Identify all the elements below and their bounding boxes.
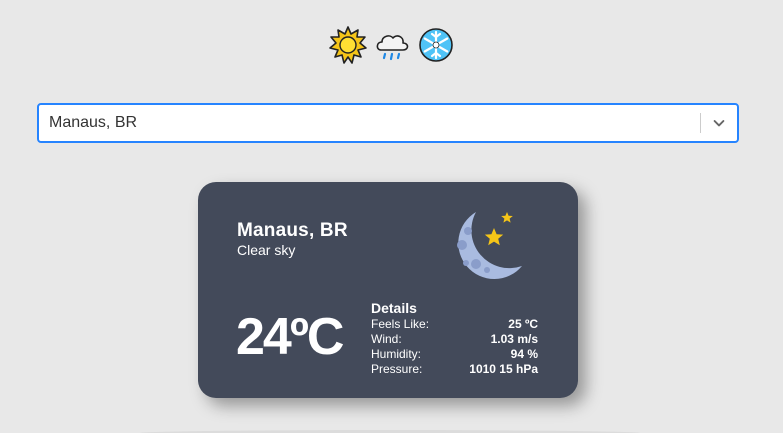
weather-description: Clear sky <box>237 242 296 258</box>
detail-row-wind: Wind: 1.03 m/s <box>371 332 538 347</box>
page: Manaus, BR Manaus, BR Clear sky 24ºC Det… <box>0 0 783 433</box>
chevron-down-icon <box>713 120 725 127</box>
city-search-select[interactable]: Manaus, BR <box>37 103 739 143</box>
detail-value: 1.03 m/s <box>490 332 538 346</box>
detail-value: 94 % <box>510 347 538 361</box>
detail-row-humidity: Humidity: 94 % <box>371 347 538 362</box>
app-logo-row <box>0 25 783 65</box>
weather-details: Details Feels Like: 25 ºC Wind: 1.03 m/s… <box>371 299 538 377</box>
snowflake-icon <box>418 28 453 62</box>
dropdown-toggle[interactable] <box>701 105 737 141</box>
moon-stars-icon <box>457 212 522 279</box>
sun-icon <box>328 26 367 64</box>
detail-label: Feels Like: <box>371 317 430 331</box>
current-weather-card: Manaus, BR Clear sky 24ºC Details Feels … <box>198 182 578 398</box>
detail-value: 1010 15 hPa <box>469 362 538 376</box>
detail-label: Wind: <box>371 332 402 346</box>
selected-city-value[interactable]: Manaus, BR <box>39 114 700 132</box>
weather-city: Manaus, BR <box>237 220 348 241</box>
rain-cloud-icon <box>376 35 408 61</box>
detail-row-pressure: Pressure: 1010 15 hPa <box>371 362 538 377</box>
details-title: Details <box>371 300 417 316</box>
detail-label: Pressure: <box>371 362 423 376</box>
detail-value: 25 ºC <box>508 317 538 331</box>
temperature: 24ºC <box>236 308 344 366</box>
detail-label: Humidity: <box>371 347 422 361</box>
detail-row-feels-like: Feels Like: 25 ºC <box>371 317 538 332</box>
